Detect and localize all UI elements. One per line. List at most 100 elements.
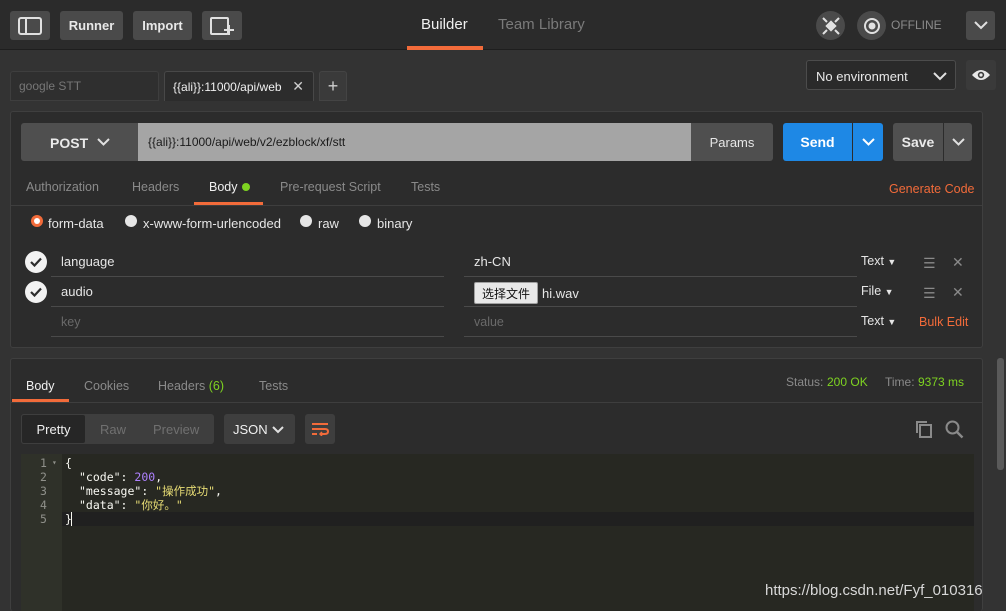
send-label: Send	[800, 134, 835, 150]
caret-down-icon: ▼	[887, 317, 897, 327]
code-line-code: "code": 200,	[79, 470, 163, 484]
divider	[464, 276, 857, 277]
code-brace: {	[65, 456, 72, 470]
environment-select[interactable]: No environment	[806, 60, 956, 90]
raw-button[interactable]: Raw	[100, 422, 126, 437]
headers-count: (6)	[208, 379, 225, 393]
radio-raw[interactable]	[300, 215, 312, 227]
request-tab-label: {{ali}}:11000/api/web	[173, 79, 282, 94]
search-icon[interactable]	[944, 419, 964, 442]
line-number: 5	[40, 512, 47, 526]
new-tab-button[interactable]: +	[319, 71, 347, 101]
response-headers-label: Headers	[158, 379, 206, 393]
scrollbar-thumb[interactable]	[997, 358, 1004, 470]
fold-icon[interactable]: ▾	[52, 456, 57, 470]
divider	[464, 336, 857, 337]
new-window-icon	[210, 16, 234, 35]
divider	[464, 306, 857, 307]
form-key[interactable]: audio	[61, 284, 93, 299]
checkmark-icon	[30, 287, 42, 297]
body-active-dot	[242, 183, 250, 191]
tab-body[interactable]: Body	[209, 180, 238, 194]
drag-handle-icon[interactable]: ☰	[923, 255, 936, 272]
tab-authorization[interactable]: Authorization	[26, 180, 99, 194]
response-tab-cookies[interactable]: Cookies	[84, 379, 129, 393]
tab-headers[interactable]: Headers	[132, 180, 179, 194]
wrap-lines-icon	[312, 423, 329, 436]
environment-quicklook-button[interactable]	[966, 60, 996, 90]
line-number: 1	[40, 456, 47, 470]
tab-tests[interactable]: Tests	[411, 180, 440, 194]
json-key: "data"	[79, 498, 121, 512]
params-button[interactable]: Params	[691, 123, 773, 161]
line-number: 2	[40, 470, 47, 484]
watermark: https://blog.csdn.net/Fyf_010316	[765, 582, 983, 599]
form-key[interactable]: language	[61, 254, 115, 269]
divider	[11, 402, 982, 403]
line-number: 3	[40, 484, 47, 498]
form-data-label: form-data	[48, 216, 104, 231]
form-value[interactable]: zh-CN	[474, 254, 511, 269]
type-select[interactable]: Text ▼	[861, 314, 896, 328]
radio-binary[interactable]	[359, 215, 371, 227]
key-input[interactable]: key	[61, 315, 80, 329]
response-tab-body[interactable]: Body	[26, 379, 55, 393]
tab-builder[interactable]: Builder	[421, 16, 468, 33]
preview-button[interactable]: Preview	[153, 422, 199, 437]
bulk-edit-link[interactable]: Bulk Edit	[919, 315, 968, 329]
format-select[interactable]: JSON	[224, 414, 295, 444]
json-key: "code"	[79, 470, 121, 484]
close-tab-icon[interactable]: ✕	[292, 78, 304, 95]
sync-status-button[interactable]	[857, 11, 886, 40]
save-options-button[interactable]	[944, 123, 972, 161]
caret-down-icon: ▼	[884, 287, 894, 297]
delete-row-icon[interactable]: ✕	[952, 254, 964, 271]
delete-row-icon[interactable]: ✕	[952, 284, 964, 301]
response-tab-tests[interactable]: Tests	[259, 379, 288, 393]
eye-icon	[972, 70, 990, 80]
save-button[interactable]: Save	[893, 123, 943, 161]
response-tab-headers[interactable]: Headers (6)	[158, 379, 224, 393]
value-input[interactable]: value	[474, 315, 504, 329]
type-select[interactable]: File ▼	[861, 284, 894, 298]
interceptor-button[interactable]	[816, 11, 845, 40]
raw-label: raw	[318, 216, 339, 231]
radio-form-data[interactable]	[31, 215, 43, 227]
row-enabled-checkbox[interactable]	[25, 251, 47, 273]
runner-button[interactable]: Runner	[60, 11, 123, 40]
new-window-button[interactable]	[202, 11, 242, 40]
type-select[interactable]: Text ▼	[861, 254, 896, 268]
user-menu-button[interactable]	[966, 11, 995, 40]
pretty-button[interactable]: Pretty	[21, 414, 86, 444]
status-value: 200 OK	[827, 375, 868, 389]
checkmark-icon	[30, 257, 42, 267]
chevron-down-icon	[933, 72, 947, 81]
sidebar-icon	[18, 16, 42, 35]
url-input[interactable]: {{ali}}:11000/api/web/v2/ezblock/xf/stt	[138, 123, 691, 161]
send-options-button[interactable]	[853, 123, 883, 161]
row-enabled-checkbox[interactable]	[25, 281, 47, 303]
chevron-down-icon	[973, 21, 988, 30]
code-line-message: "message": "操作成功",	[79, 484, 222, 498]
environment-selected: No environment	[816, 69, 908, 84]
request-tab-google-stt[interactable]: google STT	[10, 71, 159, 101]
plus-icon: +	[327, 75, 339, 96]
text-cursor	[71, 512, 72, 526]
generate-code-link[interactable]: Generate Code	[889, 182, 974, 196]
request-tab-active[interactable]: {{ali}}:11000/api/web ✕	[164, 71, 314, 101]
wrap-lines-button[interactable]	[305, 414, 335, 444]
chevron-down-icon	[272, 426, 284, 434]
url-text: {{ali}}:11000/api/web/v2/ezblock/xf/stt	[148, 135, 346, 149]
radio-urlencoded[interactable]	[125, 215, 137, 227]
time-value: 9373 ms	[918, 375, 965, 389]
method-select[interactable]: POST	[21, 123, 138, 161]
sidebar-toggle-button[interactable]	[10, 11, 50, 40]
urlencoded-label: x-www-form-urlencoded	[143, 216, 281, 231]
drag-handle-icon[interactable]: ☰	[923, 285, 936, 302]
choose-file-button[interactable]: 选择文件	[474, 282, 538, 304]
send-button[interactable]: Send	[783, 123, 852, 161]
import-button[interactable]: Import	[133, 11, 192, 40]
copy-icon[interactable]	[914, 419, 934, 442]
tab-team-library[interactable]: Team Library	[498, 16, 585, 33]
tab-prerequest-script[interactable]: Pre-request Script	[280, 180, 381, 194]
